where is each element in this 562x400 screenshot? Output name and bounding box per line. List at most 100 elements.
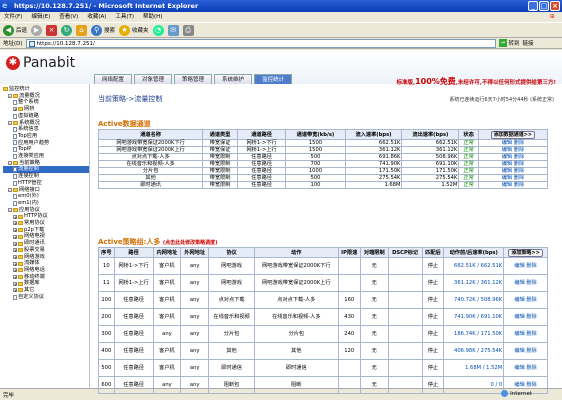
sidebar-item[interactable]: Top应用 (3, 133, 89, 140)
expand-icon[interactable]: + (13, 261, 17, 266)
edit-link[interactable]: 编辑 (514, 297, 524, 303)
favorites-button[interactable]: ★ 收藏夹 (119, 24, 149, 36)
refresh-button[interactable]: ↻ (61, 24, 73, 36)
expand-icon[interactable]: + (13, 241, 17, 246)
delete-link[interactable]: 删除 (526, 263, 536, 269)
menu-view[interactable]: 查看(V) (59, 12, 78, 22)
expand-icon[interactable]: + (13, 268, 17, 273)
sidebar-item[interactable]: + HTTP协议 (3, 213, 89, 220)
collapse-icon[interactable]: - (8, 187, 12, 192)
delete-link[interactable]: 删除 (526, 348, 536, 354)
delete-link[interactable]: 删除 (514, 175, 524, 181)
maximize-button[interactable]: □ (539, 1, 549, 11)
policy-schedule-link[interactable]: (点击此处修改策略调度) (163, 240, 218, 246)
expand-icon[interactable]: + (13, 107, 17, 112)
tab-network-config[interactable]: 网络配置 (94, 74, 133, 84)
sidebar-item[interactable]: em0(外) (3, 193, 89, 200)
print-button[interactable]: ⎙ (182, 24, 194, 36)
forward-button[interactable]: ▶ (31, 24, 43, 36)
expand-icon[interactable]: + (13, 221, 17, 226)
edit-link[interactable]: 编辑 (514, 314, 524, 320)
edit-link[interactable]: 编辑 (514, 331, 524, 337)
sidebar-item[interactable]: 整个系统 (3, 99, 89, 106)
edit-link[interactable]: 编辑 (502, 168, 512, 174)
expand-icon[interactable]: + (13, 288, 17, 293)
tab-policy-management[interactable]: 策略管理 (174, 74, 213, 84)
edit-link[interactable]: 编辑 (502, 175, 512, 181)
sidebar-item[interactable]: 流量控制 (3, 166, 89, 174)
delete-link[interactable]: 删除 (514, 147, 524, 153)
address-input[interactable]: https://10.128.7.251/ (25, 38, 496, 48)
expand-icon[interactable]: + (13, 254, 17, 259)
expand-icon[interactable]: + (13, 234, 17, 239)
sidebar-item[interactable]: + 网络电视 (3, 233, 89, 240)
sidebar-item[interactable]: + 移动终端 (3, 274, 89, 281)
close-button[interactable]: × (550, 1, 560, 11)
menu-help[interactable]: 帮助(H) (143, 12, 162, 22)
delete-link[interactable]: 删除 (514, 140, 524, 146)
edit-link[interactable]: 编辑 (502, 140, 512, 146)
sidebar-item[interactable]: 连接控制 (3, 173, 89, 180)
sidebar-item[interactable]: 连接类应用 (3, 153, 89, 160)
sidebar-item[interactable]: em1(内) (3, 200, 89, 207)
sidebar-item[interactable]: + 股票交易 (3, 247, 89, 254)
delete-link[interactable]: 删除 (514, 161, 524, 167)
search-button[interactable]: ⚲ 搜索 (91, 24, 115, 36)
sidebar-item[interactable]: + 数据库 (3, 280, 89, 287)
edit-link[interactable]: 编辑 (502, 147, 512, 153)
collapse-icon[interactable]: - (8, 94, 12, 99)
sidebar-item[interactable]: - 系统概况 (3, 120, 89, 127)
sidebar-item[interactable]: + 网络游戏 (3, 254, 89, 261)
edit-link[interactable]: 编辑 (502, 161, 512, 167)
sidebar-item[interactable]: + 常用协议 (3, 220, 89, 227)
delete-link[interactable]: 删除 (514, 154, 524, 160)
sidebar-item[interactable]: - 网络接口 (3, 187, 89, 194)
menu-file[interactable]: 文件(F) (4, 12, 22, 22)
sidebar-item[interactable]: 虚拟链路 (3, 113, 89, 120)
history-button[interactable]: ◔ (152, 24, 164, 36)
tab-monitoring[interactable]: 监控统计 (254, 74, 293, 84)
delete-link[interactable]: 删除 (514, 182, 524, 188)
tab-object-management[interactable]: 对象管理 (134, 74, 173, 84)
expand-icon[interactable]: + (13, 281, 17, 286)
sidebar-item[interactable]: + p2p下载 (3, 227, 89, 234)
expand-icon[interactable]: + (13, 228, 17, 233)
sidebar-item[interactable]: - 流量概况 (3, 93, 89, 100)
sidebar-item[interactable]: 系统信息 (3, 126, 89, 133)
delete-link[interactable]: 删除 (514, 168, 524, 174)
sidebar-item[interactable]: TopIP (3, 146, 89, 153)
home-button[interactable]: ⌂ (76, 24, 88, 36)
delete-link[interactable]: 删除 (526, 280, 536, 286)
collapse-icon[interactable]: - (8, 161, 12, 166)
sidebar-item[interactable]: 应用用户趋势 (3, 140, 89, 147)
delete-link[interactable]: 删除 (526, 314, 536, 320)
stop-button[interactable]: × (46, 24, 58, 36)
links-label[interactable]: 链接 (523, 39, 534, 47)
sidebar-item[interactable]: + 即时通讯 (3, 240, 89, 247)
add-channel-button[interactable]: 添加数据通道>> (490, 130, 536, 139)
collapse-icon[interactable]: - (8, 120, 12, 125)
expand-icon[interactable]: + (13, 248, 17, 253)
sidebar-item[interactable]: + 网桥 (3, 106, 89, 113)
sidebar-item[interactable]: 监控统计 (3, 86, 89, 93)
minimize-button[interactable]: _ (528, 1, 538, 11)
edit-link[interactable]: 编辑 (514, 348, 524, 354)
sidebar-item[interactable]: + 网络电话 (3, 267, 89, 274)
delete-link[interactable]: 删除 (526, 331, 536, 337)
edit-link[interactable]: 编辑 (514, 365, 524, 371)
tab-system-maintenance[interactable]: 系统维护 (214, 74, 253, 84)
delete-link[interactable]: 删除 (526, 365, 536, 371)
menu-tools[interactable]: 工具(T) (115, 12, 134, 22)
edit-link[interactable]: 编辑 (502, 182, 512, 188)
sidebar-item[interactable]: + 其它 (3, 287, 89, 294)
edit-link[interactable]: 编辑 (514, 280, 524, 286)
add-policy-button[interactable]: 添加策略>> (508, 248, 543, 257)
collapse-icon[interactable]: - (8, 208, 12, 213)
edit-link[interactable]: 编辑 (502, 154, 512, 160)
edit-link[interactable]: 编辑 (514, 263, 524, 269)
expand-icon[interactable]: + (13, 275, 17, 280)
mail-button[interactable]: ✉ (167, 24, 179, 36)
menu-edit[interactable]: 编辑(E) (31, 12, 50, 22)
sidebar-item[interactable]: + 流媒体 (3, 260, 89, 267)
delete-link[interactable]: 删除 (526, 297, 536, 303)
